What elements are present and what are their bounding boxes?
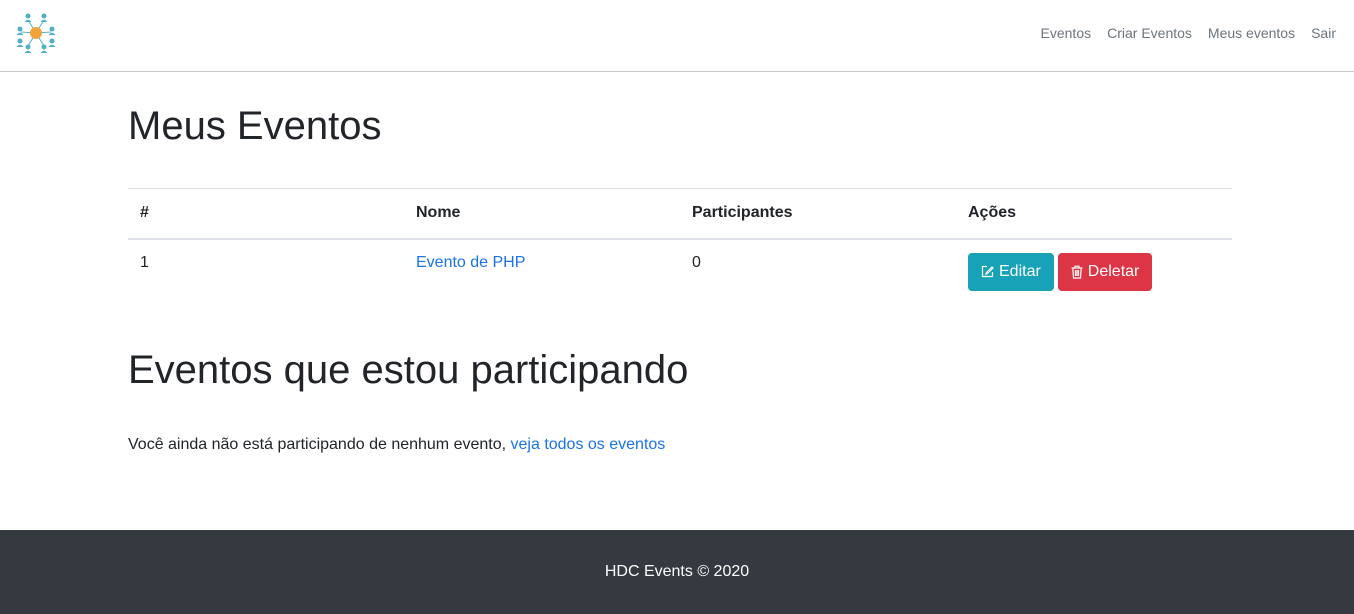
no-events-message: Você ainda não está participando de nenh… [128,436,511,453]
nav-link-criar-eventos[interactable]: Criar Eventos [1107,24,1192,42]
trash-icon [1071,265,1083,279]
event-index: 1 [140,253,149,271]
logo-icon[interactable] [14,12,58,54]
events-table: # Nome Participantes Ações 1 Evento de P… [128,188,1232,301]
footer-text: HDC Events © 2020 [604,563,750,580]
column-header-actions: Ações [956,188,1232,240]
see-all-events-link[interactable]: veja todos os eventos [511,436,666,453]
page-title: Meus Eventos [128,104,382,148]
event-actions: Editar Deletar [956,239,1232,301]
event-name-link[interactable]: Evento de PHP [416,254,525,271]
no-events-notice: Você ainda não está participando de nenh… [128,435,665,455]
event-participants: 0 [692,253,701,271]
edit-button-label: Editar [999,262,1041,280]
column-header-index: # [128,188,404,240]
event-name-cell: Evento de PHP [404,239,680,301]
footer: HDC Events © 2020 [0,530,1354,614]
table-header-row: # Nome Participantes Ações [128,188,1232,240]
nav-link-eventos[interactable]: Eventos [1041,24,1092,42]
column-header-name: Nome [404,188,680,240]
nav-links: Eventos Criar Eventos Meus eventos Sair [1041,24,1336,42]
navbar: Eventos Criar Eventos Meus eventos Sair [0,0,1354,72]
nav-link-meus-eventos[interactable]: Meus eventos [1208,24,1295,42]
column-header-participants: Participantes [680,188,956,240]
delete-button[interactable]: Deletar [1057,252,1153,291]
nav-link-sair[interactable]: Sair [1311,24,1336,42]
edit-icon [981,265,994,278]
table-row: 1 Evento de PHP 0 Editar Deletar [128,239,1232,301]
edit-button[interactable]: Editar [968,252,1054,291]
participating-section-title: Eventos que estou participando [128,348,689,392]
delete-button-label: Deletar [1087,262,1140,280]
